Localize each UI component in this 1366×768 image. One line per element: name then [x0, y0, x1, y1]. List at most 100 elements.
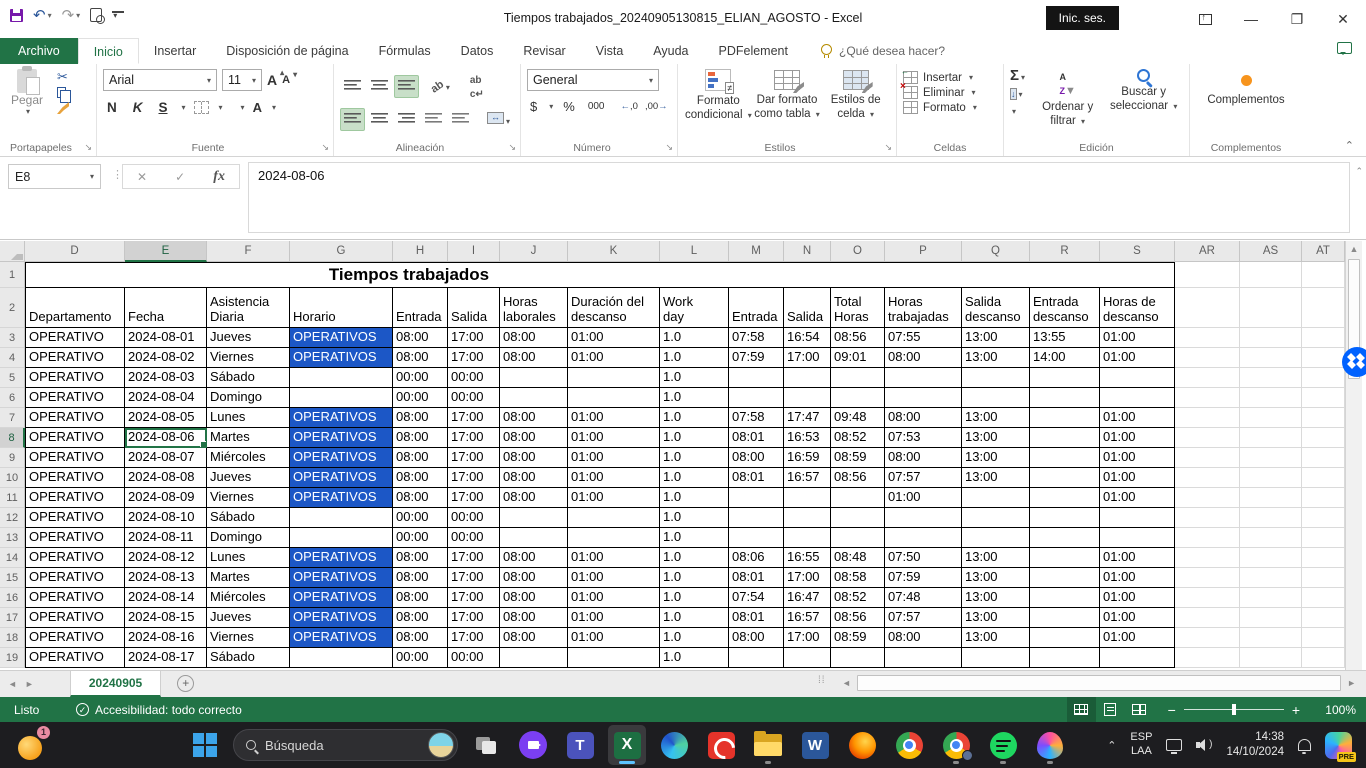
autosum-button[interactable]: Σ ▾ [1010, 68, 1025, 83]
cell[interactable]: 01:00 [1100, 608, 1175, 628]
name-box[interactable]: E8 ▾ [8, 164, 101, 189]
cell[interactable]: 01:00 [568, 548, 660, 568]
cell[interactable]: 2024-08-01 [125, 328, 207, 348]
cell[interactable]: OPERATIVOS [290, 328, 393, 348]
cell[interactable]: 07:58 [729, 328, 784, 348]
cell[interactable]: 01:00 [568, 328, 660, 348]
cell[interactable]: 01:00 [1100, 488, 1175, 508]
column-header-S[interactable]: S [1100, 241, 1175, 262]
column-header-P[interactable]: P [885, 241, 962, 262]
cancel-entry-icon[interactable]: ✕ [137, 170, 147, 184]
cell[interactable] [885, 528, 962, 548]
cell[interactable]: 17:00 [448, 428, 500, 448]
cell[interactable]: 2024-08-03 [125, 368, 207, 388]
empty-cell[interactable] [1302, 262, 1345, 288]
cell[interactable]: 2024-08-17 [125, 648, 207, 668]
cell[interactable]: 01:00 [1100, 568, 1175, 588]
cell[interactable]: OPERATIVO [25, 368, 125, 388]
paint-icon[interactable] [1031, 725, 1069, 765]
page-layout-view-button[interactable] [1096, 697, 1125, 722]
formula-input[interactable]: 2024-08-06 [248, 162, 1350, 233]
cell[interactable]: 08:00 [393, 328, 448, 348]
cell[interactable] [1100, 388, 1175, 408]
empty-cell[interactable] [1240, 608, 1302, 628]
cell[interactable]: 1.0 [660, 428, 729, 448]
cell[interactable]: 17:00 [784, 628, 831, 648]
cell[interactable]: 1.0 [660, 568, 729, 588]
select-all-corner[interactable] [0, 241, 25, 262]
cell[interactable]: Domingo [207, 528, 290, 548]
cell[interactable]: 01:00 [568, 628, 660, 648]
cell[interactable]: OPERATIVOS [290, 588, 393, 608]
cell[interactable]: Viernes [207, 488, 290, 508]
cell[interactable]: 08:56 [831, 608, 885, 628]
cell[interactable]: 1.0 [660, 348, 729, 368]
tab-revisar[interactable]: Revisar [508, 38, 580, 64]
pdfelement-icon[interactable] [702, 725, 740, 765]
cell[interactable] [568, 648, 660, 668]
insert-function-icon[interactable]: fx [213, 169, 225, 185]
cell[interactable]: 08:00 [885, 628, 962, 648]
empty-cell[interactable] [1175, 388, 1240, 408]
excel-taskbar-icon[interactable]: X [608, 725, 646, 765]
customize-qat-icon[interactable] [112, 11, 125, 20]
cell[interactable] [729, 508, 784, 528]
cell[interactable] [885, 508, 962, 528]
cell[interactable]: OPERATIVO [25, 588, 125, 608]
cell[interactable]: 1.0 [660, 328, 729, 348]
cell[interactable]: 1.0 [660, 448, 729, 468]
cell[interactable]: 2024-08-08 [125, 468, 207, 488]
row-header-9[interactable]: 9 [0, 448, 25, 468]
cell[interactable]: 08:00 [393, 608, 448, 628]
tab-inicio[interactable]: Inicio [77, 38, 139, 64]
cell[interactable] [568, 508, 660, 528]
empty-cell[interactable] [1240, 568, 1302, 588]
decrease-indent-button[interactable] [421, 108, 446, 131]
cell[interactable]: 1.0 [660, 468, 729, 488]
empty-cell[interactable] [1302, 408, 1345, 428]
cell[interactable]: 01:00 [885, 488, 962, 508]
cell[interactable]: 01:00 [568, 588, 660, 608]
cell[interactable]: 08:06 [729, 548, 784, 568]
row-header-3[interactable]: 3 [0, 328, 25, 348]
row-header-16[interactable]: 16 [0, 588, 25, 608]
row-header-8[interactable]: 8 [0, 428, 25, 448]
volume-icon[interactable]: ) [1196, 739, 1212, 751]
empty-cell[interactable] [1302, 428, 1345, 448]
align-middle-button[interactable] [367, 75, 392, 98]
cell[interactable]: 01:00 [568, 488, 660, 508]
empty-cell[interactable] [1175, 428, 1240, 448]
cell[interactable]: 07:58 [729, 408, 784, 428]
cell[interactable]: 2024-08-06 [125, 428, 207, 448]
cell[interactable] [885, 368, 962, 388]
cell[interactable] [1030, 468, 1100, 488]
cell[interactable]: 08:00 [500, 428, 568, 448]
column-header-N[interactable]: N [784, 241, 831, 262]
ribbon-display-options-button[interactable] [1182, 0, 1228, 38]
cell[interactable]: 17:47 [784, 408, 831, 428]
cell[interactable]: 17:00 [784, 348, 831, 368]
table-header-cell[interactable]: Entrada [393, 288, 448, 328]
cell[interactable]: 08:00 [500, 608, 568, 628]
cell[interactable] [831, 508, 885, 528]
cell[interactable] [1030, 428, 1100, 448]
cell[interactable]: 00:00 [448, 648, 500, 668]
number-dialog-launcher-icon[interactable]: ↘ [665, 142, 673, 153]
column-header-Q[interactable]: Q [962, 241, 1030, 262]
cell[interactable] [1030, 488, 1100, 508]
empty-cell[interactable] [1240, 588, 1302, 608]
empty-cell[interactable] [1302, 548, 1345, 568]
taskbar-search-input[interactable]: Búsqueda [233, 729, 458, 761]
cell[interactable]: 2024-08-12 [125, 548, 207, 568]
empty-cell[interactable] [1240, 548, 1302, 568]
tab-archivo[interactable]: Archivo [0, 38, 78, 64]
empty-cell[interactable] [1302, 448, 1345, 468]
file-explorer-icon[interactable] [749, 725, 787, 765]
cell[interactable]: 2024-08-05 [125, 408, 207, 428]
column-header-R[interactable]: R [1030, 241, 1100, 262]
table-header-cell[interactable]: Asistencia Diaria [207, 288, 290, 328]
column-header-M[interactable]: M [729, 241, 784, 262]
cell[interactable]: 17:00 [448, 608, 500, 628]
row-header-1[interactable]: 1 [0, 262, 25, 288]
cell[interactable]: Sábado [207, 648, 290, 668]
